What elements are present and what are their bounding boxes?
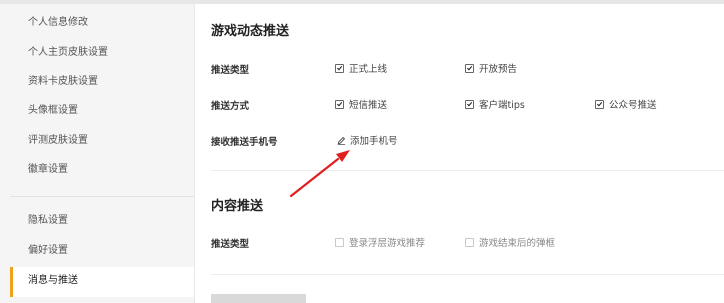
annotation-arrow-icon xyxy=(289,150,350,198)
